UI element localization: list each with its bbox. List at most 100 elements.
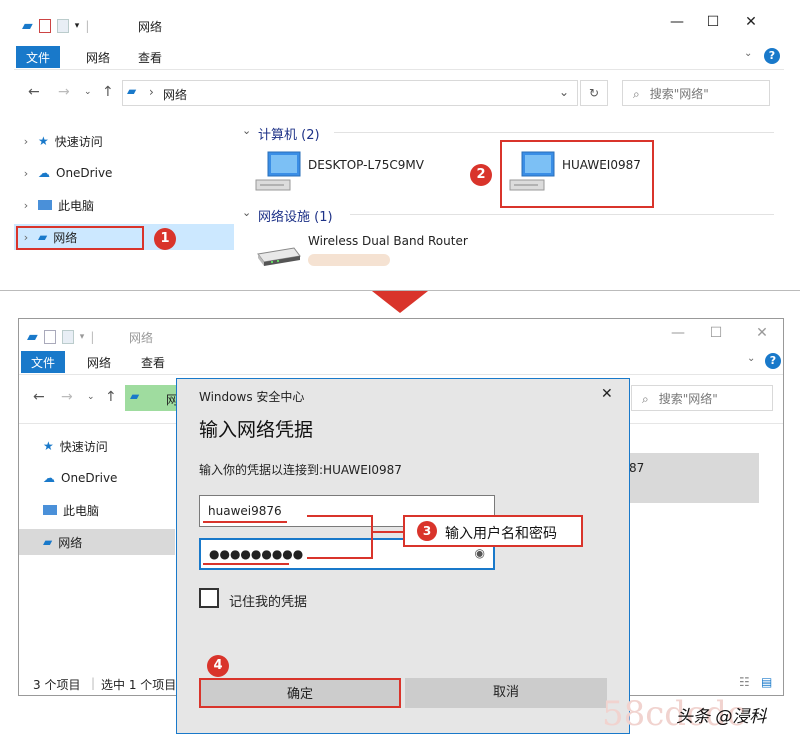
maximize-button[interactable]: ☐ bbox=[701, 325, 731, 341]
network-icon: ▰ bbox=[127, 84, 137, 98]
sidebar-item-onedrive[interactable]: › ☁ OneDrive bbox=[14, 160, 234, 186]
address-bar[interactable]: ▰ › 网络 ⌄ bbox=[122, 80, 578, 106]
minimize-button[interactable]: — bbox=[662, 14, 692, 30]
sidebar-item-quick-access[interactable]: › ★ 快速访问 bbox=[14, 128, 234, 154]
sidebar-item-quick-access[interactable]: ★ 快速访问 bbox=[19, 433, 175, 459]
reveal-password-icon[interactable]: ◉ bbox=[475, 546, 485, 560]
computer-icon bbox=[255, 151, 301, 191]
remember-checkbox[interactable] bbox=[199, 588, 219, 608]
quick-access-dropdown-icon[interactable]: ▾ bbox=[80, 332, 85, 342]
help-icon[interactable]: ? bbox=[764, 48, 780, 64]
annotation-line-2 bbox=[307, 557, 373, 559]
group-computers: 计算机 (2) bbox=[258, 128, 320, 143]
chevron-right-icon[interactable]: › bbox=[14, 135, 38, 148]
monitor-icon bbox=[38, 200, 52, 210]
username-value: huawei9876 bbox=[208, 504, 282, 518]
properties-icon[interactable] bbox=[43, 330, 56, 344]
help-icon[interactable]: ? bbox=[765, 353, 781, 369]
sidebar-item-label: 网络 bbox=[58, 535, 83, 550]
tab-file[interactable]: 文件 bbox=[16, 46, 61, 68]
close-button[interactable]: ✕ bbox=[747, 325, 777, 341]
step-badge-3: 3 bbox=[417, 521, 437, 541]
monitor-icon bbox=[43, 505, 57, 515]
address-bar[interactable]: ▰ 网 bbox=[125, 385, 178, 411]
forward-button[interactable]: → bbox=[58, 84, 70, 100]
sidebar-item-this-pc[interactable]: › 此电脑 bbox=[14, 192, 234, 218]
sidebar-item-this-pc[interactable]: 此电脑 bbox=[19, 497, 175, 523]
status-count: 3 个项目 bbox=[33, 678, 81, 692]
new-folder-icon[interactable] bbox=[61, 330, 74, 344]
computer-item-desktop[interactable]: DESKTOP-L75C9MV bbox=[254, 150, 474, 200]
annotation-callout: 3 输入用户名和密码 bbox=[403, 515, 583, 547]
large-icons-view-icon[interactable]: ▤ bbox=[761, 675, 772, 689]
annotation-text: 输入用户名和密码 bbox=[445, 526, 557, 542]
up-button[interactable]: ↑ bbox=[105, 389, 117, 405]
divider bbox=[350, 214, 774, 215]
device-name: Wireless Dual Band Router bbox=[308, 234, 468, 248]
separator: | bbox=[90, 330, 95, 344]
chevron-down-icon[interactable]: ⌄ bbox=[242, 206, 251, 219]
tab-network[interactable]: 网络 bbox=[77, 351, 121, 373]
cloud-icon: ☁ bbox=[43, 471, 55, 485]
password-underline bbox=[203, 563, 289, 565]
selected-item-background[interactable]: 87 bbox=[629, 453, 759, 503]
dialog-prompt: 输入你的凭据以连接到:HUAWEI0987 bbox=[199, 463, 402, 477]
arrow-down-icon bbox=[372, 291, 428, 313]
sidebar-item-label: 此电脑 bbox=[58, 198, 95, 213]
quick-access-dropdown-icon[interactable]: ▾ bbox=[75, 21, 80, 31]
computer-name: DESKTOP-L75C9MV bbox=[308, 158, 424, 172]
address-dropdown-icon[interactable]: ⌄ bbox=[559, 85, 569, 99]
cancel-button[interactable]: 取消 bbox=[405, 678, 607, 708]
dialog-title: 输入网络凭据 bbox=[199, 419, 314, 441]
tab-view[interactable]: 查看 bbox=[131, 351, 175, 373]
username-underline bbox=[203, 521, 287, 523]
device-item-router[interactable]: Wireless Dual Band Router bbox=[254, 232, 554, 280]
annotation-line-3 bbox=[371, 515, 373, 559]
search-placeholder: 搜索"网络" bbox=[658, 392, 718, 406]
network-icon: ▰ bbox=[43, 535, 53, 549]
separator: | bbox=[91, 676, 96, 690]
step-badge-4: 4 bbox=[207, 655, 229, 677]
close-button[interactable]: ✕ bbox=[736, 14, 766, 30]
search-input[interactable]: ⌕ 搜索"网络" bbox=[631, 385, 773, 411]
star-icon: ★ bbox=[43, 439, 54, 453]
title-bar: ▰ ▾ | 网络 — ☐ ✕ bbox=[14, 8, 784, 42]
credentials-dialog: Windows 安全中心 ✕ 输入网络凭据 输入你的凭据以连接到:HUAWEI0… bbox=[176, 378, 630, 734]
annotation-line-4 bbox=[371, 531, 403, 533]
details-view-icon[interactable]: ☷ bbox=[739, 675, 750, 689]
chevron-right-icon[interactable]: › bbox=[14, 167, 38, 180]
ok-button[interactable]: 确定 bbox=[199, 678, 401, 708]
new-folder-icon[interactable] bbox=[56, 19, 69, 33]
forward-button[interactable]: → bbox=[61, 389, 73, 405]
search-input[interactable]: ⌕ 搜索"网络" bbox=[622, 80, 770, 106]
back-button[interactable]: ← bbox=[33, 389, 45, 405]
dialog-close-button[interactable]: ✕ bbox=[601, 386, 613, 402]
dialog-header: Windows 安全中心 bbox=[199, 390, 305, 404]
sidebar-item-label: 此电脑 bbox=[63, 503, 100, 518]
tab-network[interactable]: 网络 bbox=[76, 46, 120, 68]
refresh-button[interactable]: ↻ bbox=[580, 80, 608, 106]
password-value: ●●●●●●●●● bbox=[209, 547, 304, 561]
minimize-button[interactable]: — bbox=[663, 325, 693, 341]
chevron-down-icon[interactable]: ⌄ bbox=[242, 124, 251, 137]
recent-dropdown-icon[interactable]: ⌄ bbox=[87, 392, 95, 402]
maximize-button[interactable]: ☐ bbox=[698, 14, 728, 30]
sidebar-item-network[interactable]: ▰ 网络 bbox=[19, 529, 175, 555]
expand-ribbon-icon[interactable]: ⌄ bbox=[747, 353, 755, 364]
recent-dropdown-icon[interactable]: ⌄ bbox=[84, 87, 92, 97]
chevron-right-icon[interactable]: › bbox=[14, 199, 38, 212]
tab-view[interactable]: 查看 bbox=[128, 46, 172, 68]
tab-file[interactable]: 文件 bbox=[21, 351, 66, 373]
sidebar-item-onedrive[interactable]: ☁ OneDrive bbox=[19, 465, 175, 491]
title-bar: ▰ ▾ | 网络 — ☐ ✕ bbox=[19, 319, 783, 353]
up-button[interactable]: ↑ bbox=[102, 84, 114, 100]
expand-ribbon-icon[interactable]: ⌄ bbox=[744, 48, 752, 59]
properties-icon[interactable] bbox=[38, 19, 51, 33]
back-button[interactable]: ← bbox=[28, 84, 40, 100]
cloud-icon: ☁ bbox=[38, 166, 50, 180]
search-placeholder: 搜索"网络" bbox=[649, 87, 709, 101]
divider bbox=[334, 132, 774, 133]
remember-label: 记住我的凭据 bbox=[229, 595, 308, 610]
chevron-right-icon: › bbox=[149, 85, 154, 99]
ribbon: 文件 网络 查看 ⌄ ? bbox=[19, 349, 783, 375]
